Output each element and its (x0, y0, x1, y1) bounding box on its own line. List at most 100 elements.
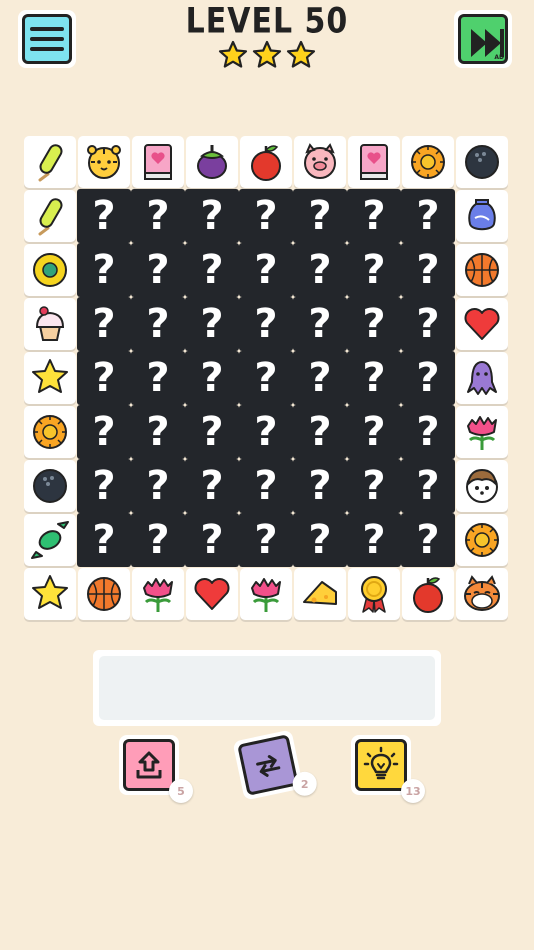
undo-arrow-icon (136, 751, 162, 779)
hidden-tile: ? (401, 243, 455, 297)
cupcake-icon (35, 306, 65, 341)
hidden-tile: ? (293, 189, 347, 243)
hidden-tile: ? (185, 405, 239, 459)
apple-icon (251, 145, 281, 181)
basketball-icon (465, 253, 499, 287)
tile-basketball[interactable] (78, 568, 130, 620)
hidden-tile: ? (239, 513, 293, 567)
hint-button[interactable]: 13 (351, 735, 425, 803)
hidden-tile: ? (131, 243, 185, 297)
tile-apple[interactable] (240, 136, 292, 188)
tile-eggplant[interactable] (186, 136, 238, 188)
hidden-tile: ? (293, 513, 347, 567)
octopus-icon (467, 361, 497, 395)
hedgehog-icon (466, 468, 498, 503)
tile-yellow-flower[interactable] (24, 244, 76, 296)
undo-count-badge: 5 (169, 779, 193, 803)
bowling-ball-icon (33, 469, 67, 503)
hidden-tile: ? (401, 405, 455, 459)
tile-orange-flower[interactable] (24, 406, 76, 458)
hidden-tile: ? (293, 351, 347, 405)
tile-hedgehog[interactable] (456, 460, 508, 512)
hidden-tile: ? (77, 351, 131, 405)
star-icon (32, 575, 68, 609)
hidden-tile: ? (131, 513, 185, 567)
tile-star[interactable] (24, 568, 76, 620)
fast-forward-icon (471, 29, 504, 57)
tile-octopus[interactable] (456, 352, 508, 404)
tile-heart[interactable] (456, 298, 508, 350)
hint-count-badge: 13 (401, 779, 425, 803)
tile-orange-flower[interactable] (456, 514, 508, 566)
hidden-tile: ? (293, 243, 347, 297)
hidden-tile: ? (347, 243, 401, 297)
tile-popsicle[interactable] (24, 136, 76, 188)
tile-bowling-ball[interactable] (456, 136, 508, 188)
tile-bowling-ball[interactable] (24, 460, 76, 512)
hidden-tile: ? (77, 459, 131, 513)
popsicle-icon (38, 144, 63, 182)
popsicle-icon (38, 198, 63, 236)
tiger-face-icon (464, 575, 500, 611)
hidden-tile: ? (347, 513, 401, 567)
hidden-tile: ? (77, 405, 131, 459)
lightbulb-icon (363, 746, 399, 780)
carnation-icon (143, 578, 173, 612)
hidden-tile: ? (401, 513, 455, 567)
hidden-tile: ? (401, 189, 455, 243)
tile-medal[interactable] (348, 568, 400, 620)
tile-tiger[interactable] (78, 136, 130, 188)
skip-level-ad-button[interactable]: AD (454, 10, 512, 68)
shuffle-button[interactable]: 2 (232, 729, 317, 801)
shuffle-icon (256, 755, 281, 777)
orange-flower-icon (465, 523, 499, 557)
tile-cupcake[interactable] (24, 298, 76, 350)
undo-button[interactable]: 5 (119, 735, 193, 803)
hidden-tile: ? (77, 243, 131, 297)
hidden-tile: ? (347, 189, 401, 243)
hidden-tile: ? (239, 351, 293, 405)
tile-popsicle[interactable] (24, 190, 76, 242)
tile-orange-flower[interactable] (402, 136, 454, 188)
tile-star[interactable] (24, 352, 76, 404)
yellow-flower-icon (33, 253, 67, 287)
hidden-tile: ? (131, 459, 185, 513)
tile-carnation[interactable] (132, 568, 184, 620)
hidden-tile: ? (401, 459, 455, 513)
hidden-tile: ? (185, 459, 239, 513)
tile-book[interactable] (348, 136, 400, 188)
hidden-tile: ? (131, 189, 185, 243)
tile-carnation[interactable] (240, 568, 292, 620)
tray-slot-area (99, 656, 435, 720)
tile-candy[interactable] (24, 514, 76, 566)
tile-cheese[interactable] (294, 568, 346, 620)
hidden-tile: ? (131, 351, 185, 405)
star-icon (252, 40, 282, 68)
book-icon (144, 144, 172, 180)
hidden-tile: ? (401, 351, 455, 405)
hidden-tile: ? (185, 297, 239, 351)
tile-basketball[interactable] (456, 244, 508, 296)
tile-pig[interactable] (294, 136, 346, 188)
tile-carnation[interactable] (456, 406, 508, 458)
tile-heart[interactable] (186, 568, 238, 620)
tile-tiger-face[interactable] (456, 568, 508, 620)
tiger-icon (87, 145, 121, 179)
orange-flower-icon (33, 415, 67, 449)
bowling-ball-icon (465, 145, 499, 179)
hidden-tile: ? (185, 189, 239, 243)
cheese-icon (303, 581, 337, 605)
hidden-tile: ? (347, 459, 401, 513)
hidden-tile: ? (239, 405, 293, 459)
hidden-tile: ? (293, 459, 347, 513)
heart-icon (464, 308, 500, 340)
star-icon (32, 359, 68, 393)
hidden-tile: ? (131, 297, 185, 351)
tile-apple[interactable] (402, 568, 454, 620)
star-icon (286, 40, 316, 68)
vase-icon (468, 199, 496, 231)
hidden-tile: ? (239, 189, 293, 243)
tile-book[interactable] (132, 136, 184, 188)
hidden-tile: ? (293, 297, 347, 351)
tile-vase[interactable] (456, 190, 508, 242)
